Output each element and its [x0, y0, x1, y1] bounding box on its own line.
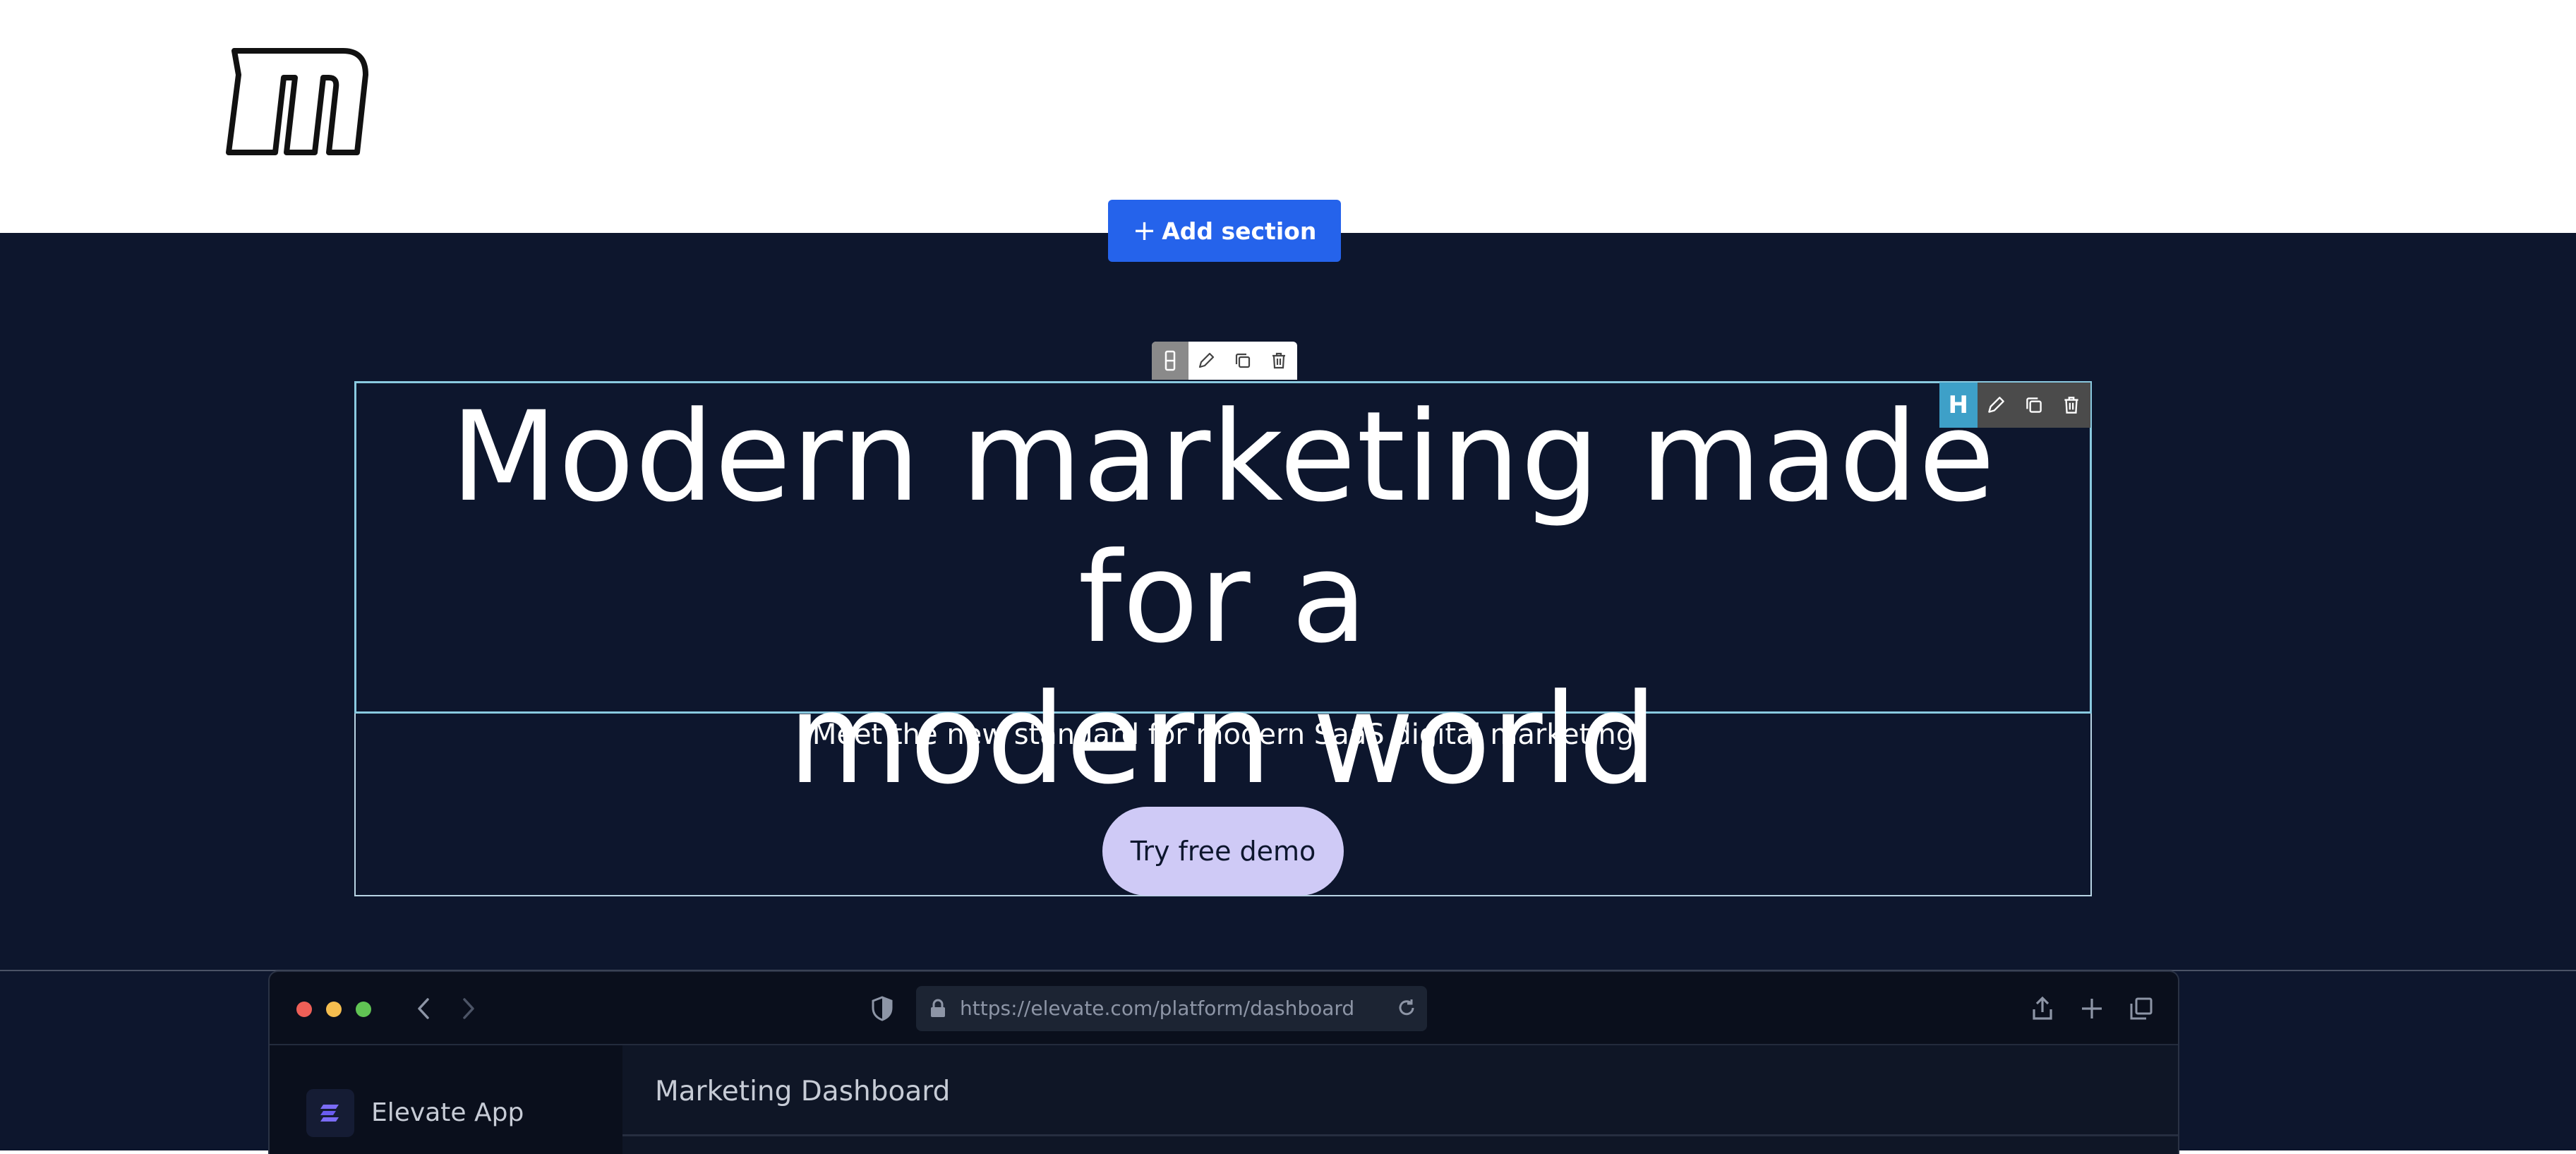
new-tab-icon[interactable]: [2076, 993, 2107, 1024]
add-section-label: Add section: [1162, 217, 1317, 245]
page-header: [0, 0, 2576, 233]
headline-line-1: Modern marketing made for a: [450, 385, 1996, 671]
hero-subtitle[interactable]: Meet the new standard for modern SaaS di…: [356, 716, 2090, 753]
app-name: Elevate App: [371, 1098, 524, 1127]
dashboard-title: Marketing Dashboard: [655, 1076, 951, 1107]
share-icon[interactable]: [2027, 993, 2058, 1024]
pencil-icon[interactable]: [1977, 383, 2015, 428]
tabs-icon[interactable]: [2126, 993, 2157, 1024]
plus-icon: +: [1132, 215, 1157, 247]
app-main-panel: Marketing Dashboard: [622, 1045, 2178, 1154]
browser-toolbar: https://elevate.com/platform/dashboard: [270, 972, 2178, 1045]
pencil-icon[interactable]: [1188, 342, 1225, 380]
add-section-button[interactable]: + Add section: [1108, 200, 1341, 262]
trash-icon[interactable]: [1261, 342, 1298, 380]
url-text: https://elevate.com/platform/dashboard: [960, 997, 1355, 1020]
url-bar[interactable]: https://elevate.com/platform/dashboard: [916, 986, 1427, 1031]
dashboard-divider: [622, 1134, 2178, 1136]
forward-arrow-icon[interactable]: [453, 993, 484, 1024]
app-sidebar: Elevate App: [270, 1045, 622, 1154]
browser-mockup: https://elevate.com/platform/dashboard E…: [268, 970, 2179, 1154]
reload-icon[interactable]: [1396, 997, 1417, 1021]
block-toolbar: [1152, 342, 1297, 380]
m-logo-icon[interactable]: [224, 47, 368, 160]
shield-icon[interactable]: [867, 993, 898, 1024]
maximize-dot-icon: [356, 1002, 371, 1017]
duplicate-icon[interactable]: [2015, 383, 2053, 428]
close-dot-icon: [296, 1002, 312, 1017]
duplicate-icon[interactable]: [1224, 342, 1261, 380]
lock-icon: [929, 999, 947, 1021]
try-free-demo-button[interactable]: Try free demo: [1102, 807, 1344, 896]
minimize-dot-icon: [326, 1002, 342, 1017]
trash-icon[interactable]: [2052, 383, 2090, 428]
drag-handle-icon[interactable]: [1152, 342, 1188, 380]
heading-toolbar: H: [1939, 383, 2090, 428]
back-arrow-icon[interactable]: [408, 993, 439, 1024]
elevate-logo-icon[interactable]: [306, 1089, 354, 1137]
heading-badge[interactable]: H: [1939, 383, 1978, 428]
